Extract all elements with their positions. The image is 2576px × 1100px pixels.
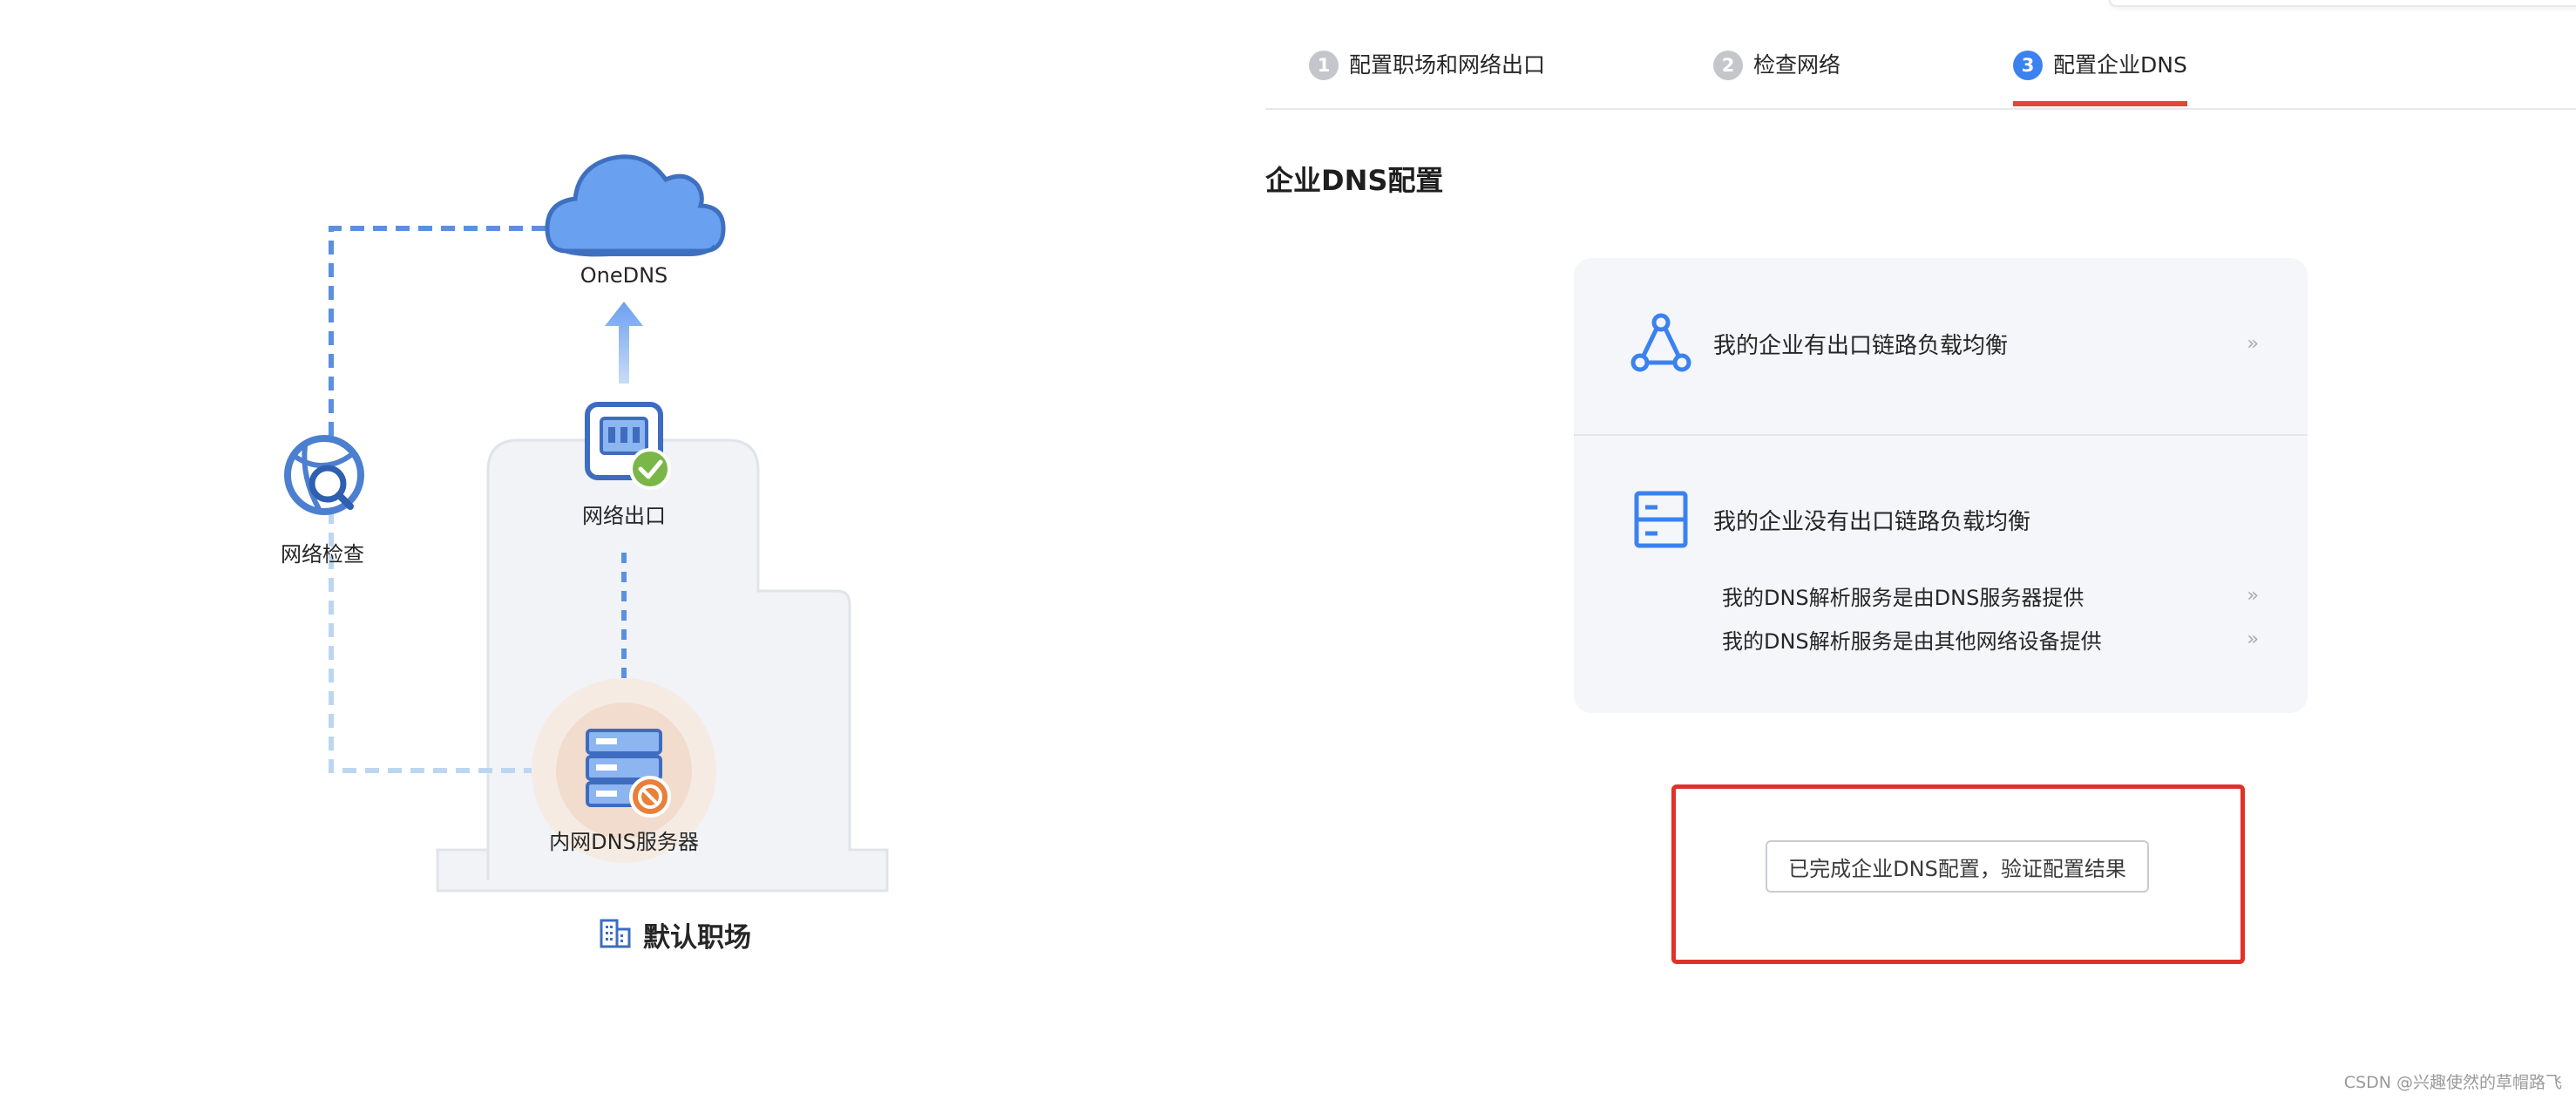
server-rack-icon <box>1630 488 1692 551</box>
section-title: 企业DNS配置 <box>1265 164 1444 197</box>
cloud-icon <box>545 154 726 257</box>
chevron-right-icon: ›› <box>2247 585 2258 607</box>
dns-options-card: 我的企业有出口链路负载均衡 ›› 我的企业没有出口链路负载均衡 我的DNS解析服… <box>1574 258 2308 713</box>
office-icon-spacer <box>601 920 631 950</box>
office-name: 默认职场 <box>643 922 751 954</box>
step-label: 检查网络 <box>1753 52 1841 78</box>
step-label: 配置企业DNS <box>2053 52 2187 78</box>
step-number: 3 <box>2013 51 2043 80</box>
cloud-label: OneDNS <box>580 263 668 288</box>
office-name-group: 默认职场 <box>601 915 751 954</box>
sub-option-label: 我的DNS解析服务是由DNS服务器提供 <box>1722 586 2085 610</box>
egress-label: 网络出口 <box>582 504 666 528</box>
chevron-right-icon: ›› <box>2247 332 2258 355</box>
step-number: 2 <box>1713 51 1743 80</box>
dns-server-label: 内网DNS服务器 <box>549 830 699 854</box>
watermark: CSDN @兴趣使然的草帽路飞 <box>2343 1073 2562 1092</box>
network-diagram: OneDNS 网络出口 网络检查 内网DNS服务器 默认职场 <box>0 0 959 1100</box>
option-with-load-balancing[interactable]: 我的企业有出口链路负载均衡 ›› <box>1630 312 2259 375</box>
option-without-load-balancing: 我的企业没有出口链路负载均衡 <box>1630 488 2255 551</box>
option-divider <box>1574 434 2308 436</box>
up-arrow <box>605 302 643 384</box>
step-tab-3[interactable]: 3 配置企业DNS <box>2013 51 2187 106</box>
step-number: 1 <box>1309 51 1339 80</box>
step-label: 配置职场和网络出口 <box>1349 52 1546 78</box>
step-tab-2[interactable]: 2 检查网络 <box>1713 51 1840 106</box>
network-check-icon <box>284 435 364 515</box>
step-tabs: 1 配置职场和网络出口 2 检查网络 3 配置企业DNS <box>1265 0 2576 110</box>
check-to-cloud-line <box>329 226 547 436</box>
network-egress-icon <box>585 402 671 490</box>
step-tab-1[interactable]: 1 配置职场和网络出口 <box>1309 51 1545 106</box>
sub-option-other-device[interactable]: 我的DNS解析服务是由其他网络设备提供 ›› <box>1722 624 2259 655</box>
triangle-nodes-icon <box>1630 312 1692 375</box>
network-check-label[interactable]: 网络检查 <box>281 537 364 567</box>
diagram-canvas <box>284 154 889 948</box>
option-label: 我的企业没有出口链路负载均衡 <box>1713 508 2031 535</box>
option-label: 我的企业有出口链路负载均衡 <box>1713 332 2009 359</box>
sub-option-label: 我的DNS解析服务是由其他网络设备提供 <box>1722 629 2102 654</box>
chevron-right-icon: ›› <box>2247 628 2258 650</box>
sub-option-dns-server[interactable]: 我的DNS解析服务是由DNS服务器提供 ›› <box>1722 581 2259 611</box>
verify-dns-config-button[interactable]: 已完成企业DNS配置，验证配置结果 <box>1766 840 2149 893</box>
